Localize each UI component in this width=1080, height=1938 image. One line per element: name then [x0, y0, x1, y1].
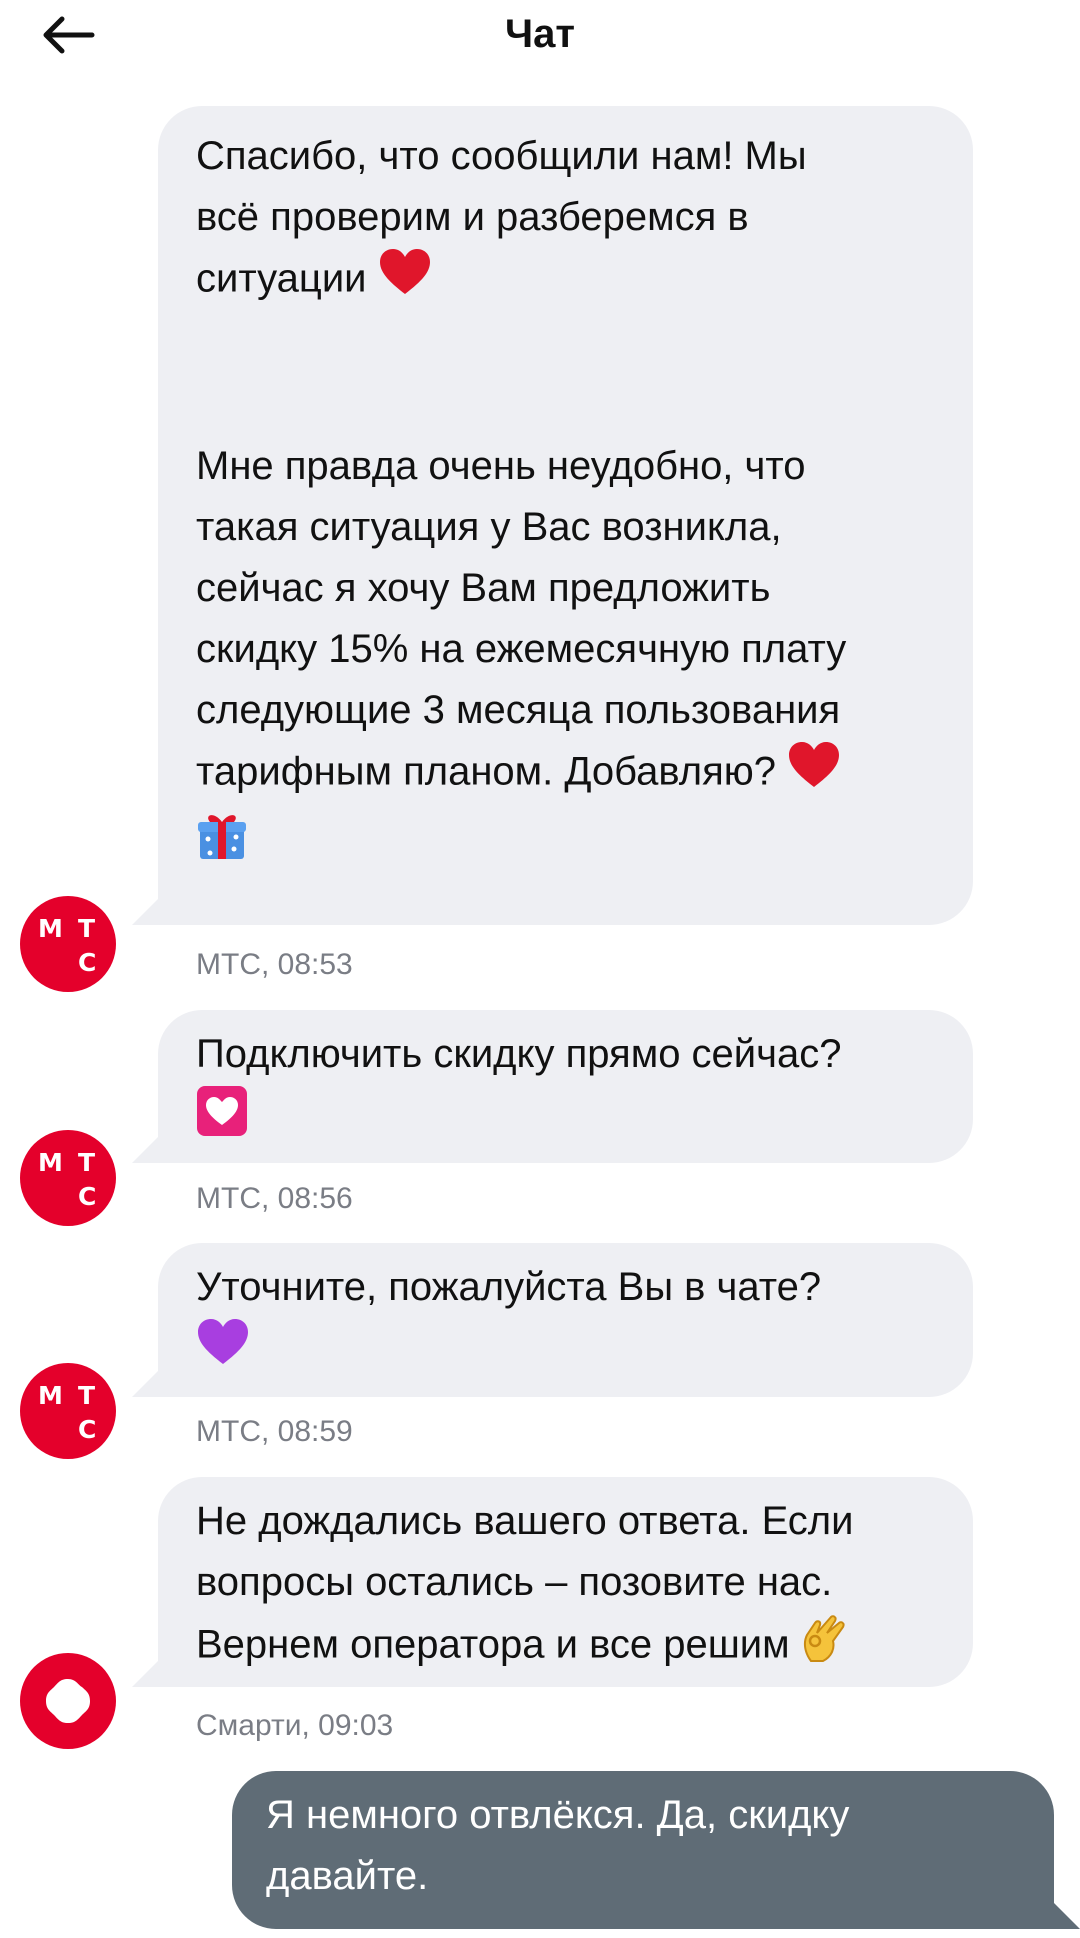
message-meta: МТС, 08:53	[196, 948, 353, 981]
avatar-letter: М	[38, 914, 63, 943]
avatar: М Т С	[20, 1363, 116, 1459]
message-bubble[interactable]: Уточните, пожалуйста Вы в чате?	[158, 1243, 973, 1397]
avatar: М Т С	[20, 1130, 116, 1226]
avatar-smarti	[20, 1653, 116, 1749]
avatar-letter: М	[38, 1381, 63, 1410]
bubble-tail	[132, 1647, 172, 1687]
message-bubble[interactable]: Подключить скидку прямо сейчас?	[158, 1010, 973, 1163]
page-title: Чат	[505, 12, 575, 56]
avatar-letter: Т	[78, 1381, 96, 1410]
avatar-letter: С	[78, 1182, 97, 1211]
red-heart-icon	[787, 741, 841, 807]
avatar-letter: Т	[78, 1148, 96, 1177]
purple-heart-icon	[196, 1318, 250, 1384]
avatar-letter: Т	[78, 914, 96, 943]
avatar: М Т С	[20, 896, 116, 992]
message-meta: Смарти, 09:03	[196, 1709, 394, 1742]
ok-hand-icon	[801, 1613, 847, 1681]
heart-with-ribbon-icon	[196, 1085, 248, 1155]
message-text: Уточните, пожалуйста Вы в чате?	[196, 1265, 822, 1309]
message-meta: МТС, 08:59	[196, 1415, 353, 1448]
message-text: Я немного отвлёкся. Да, скидку давайте.	[266, 1793, 850, 1898]
message-text: Спасибо, что сообщили нам! Мы всё провер…	[196, 126, 943, 314]
bubble-tail	[132, 1123, 172, 1163]
bubble-tail	[1040, 1889, 1080, 1929]
avatar-letter: С	[78, 948, 97, 977]
avatar-letter: С	[78, 1415, 97, 1444]
avatar-letter: М	[38, 1148, 63, 1177]
message-meta: МТС, 08:56	[196, 1182, 353, 1215]
message-bubble[interactable]: Не дождались вашего ответа. Если вопросы…	[158, 1477, 973, 1687]
message-bubble[interactable]: Спасибо, что сообщили нам! Мы всё провер…	[158, 106, 973, 925]
outgoing-message-bubble[interactable]: Я немного отвлёкся. Да, скидку давайте.	[232, 1771, 1054, 1929]
message-text: Мне правда очень неудобно, что такая сит…	[196, 436, 943, 807]
chat-header: Чат	[0, 0, 1080, 70]
bubble-tail	[132, 885, 172, 925]
smarti-logo-icon	[46, 1679, 90, 1723]
bubble-tail	[132, 1357, 172, 1397]
message-text: Подключить скидку прямо сейчас?	[196, 1032, 842, 1076]
gift-icon	[196, 809, 248, 879]
message-text: Не дождались вашего ответа. Если вопросы…	[196, 1491, 943, 1681]
red-heart-icon	[378, 248, 432, 314]
